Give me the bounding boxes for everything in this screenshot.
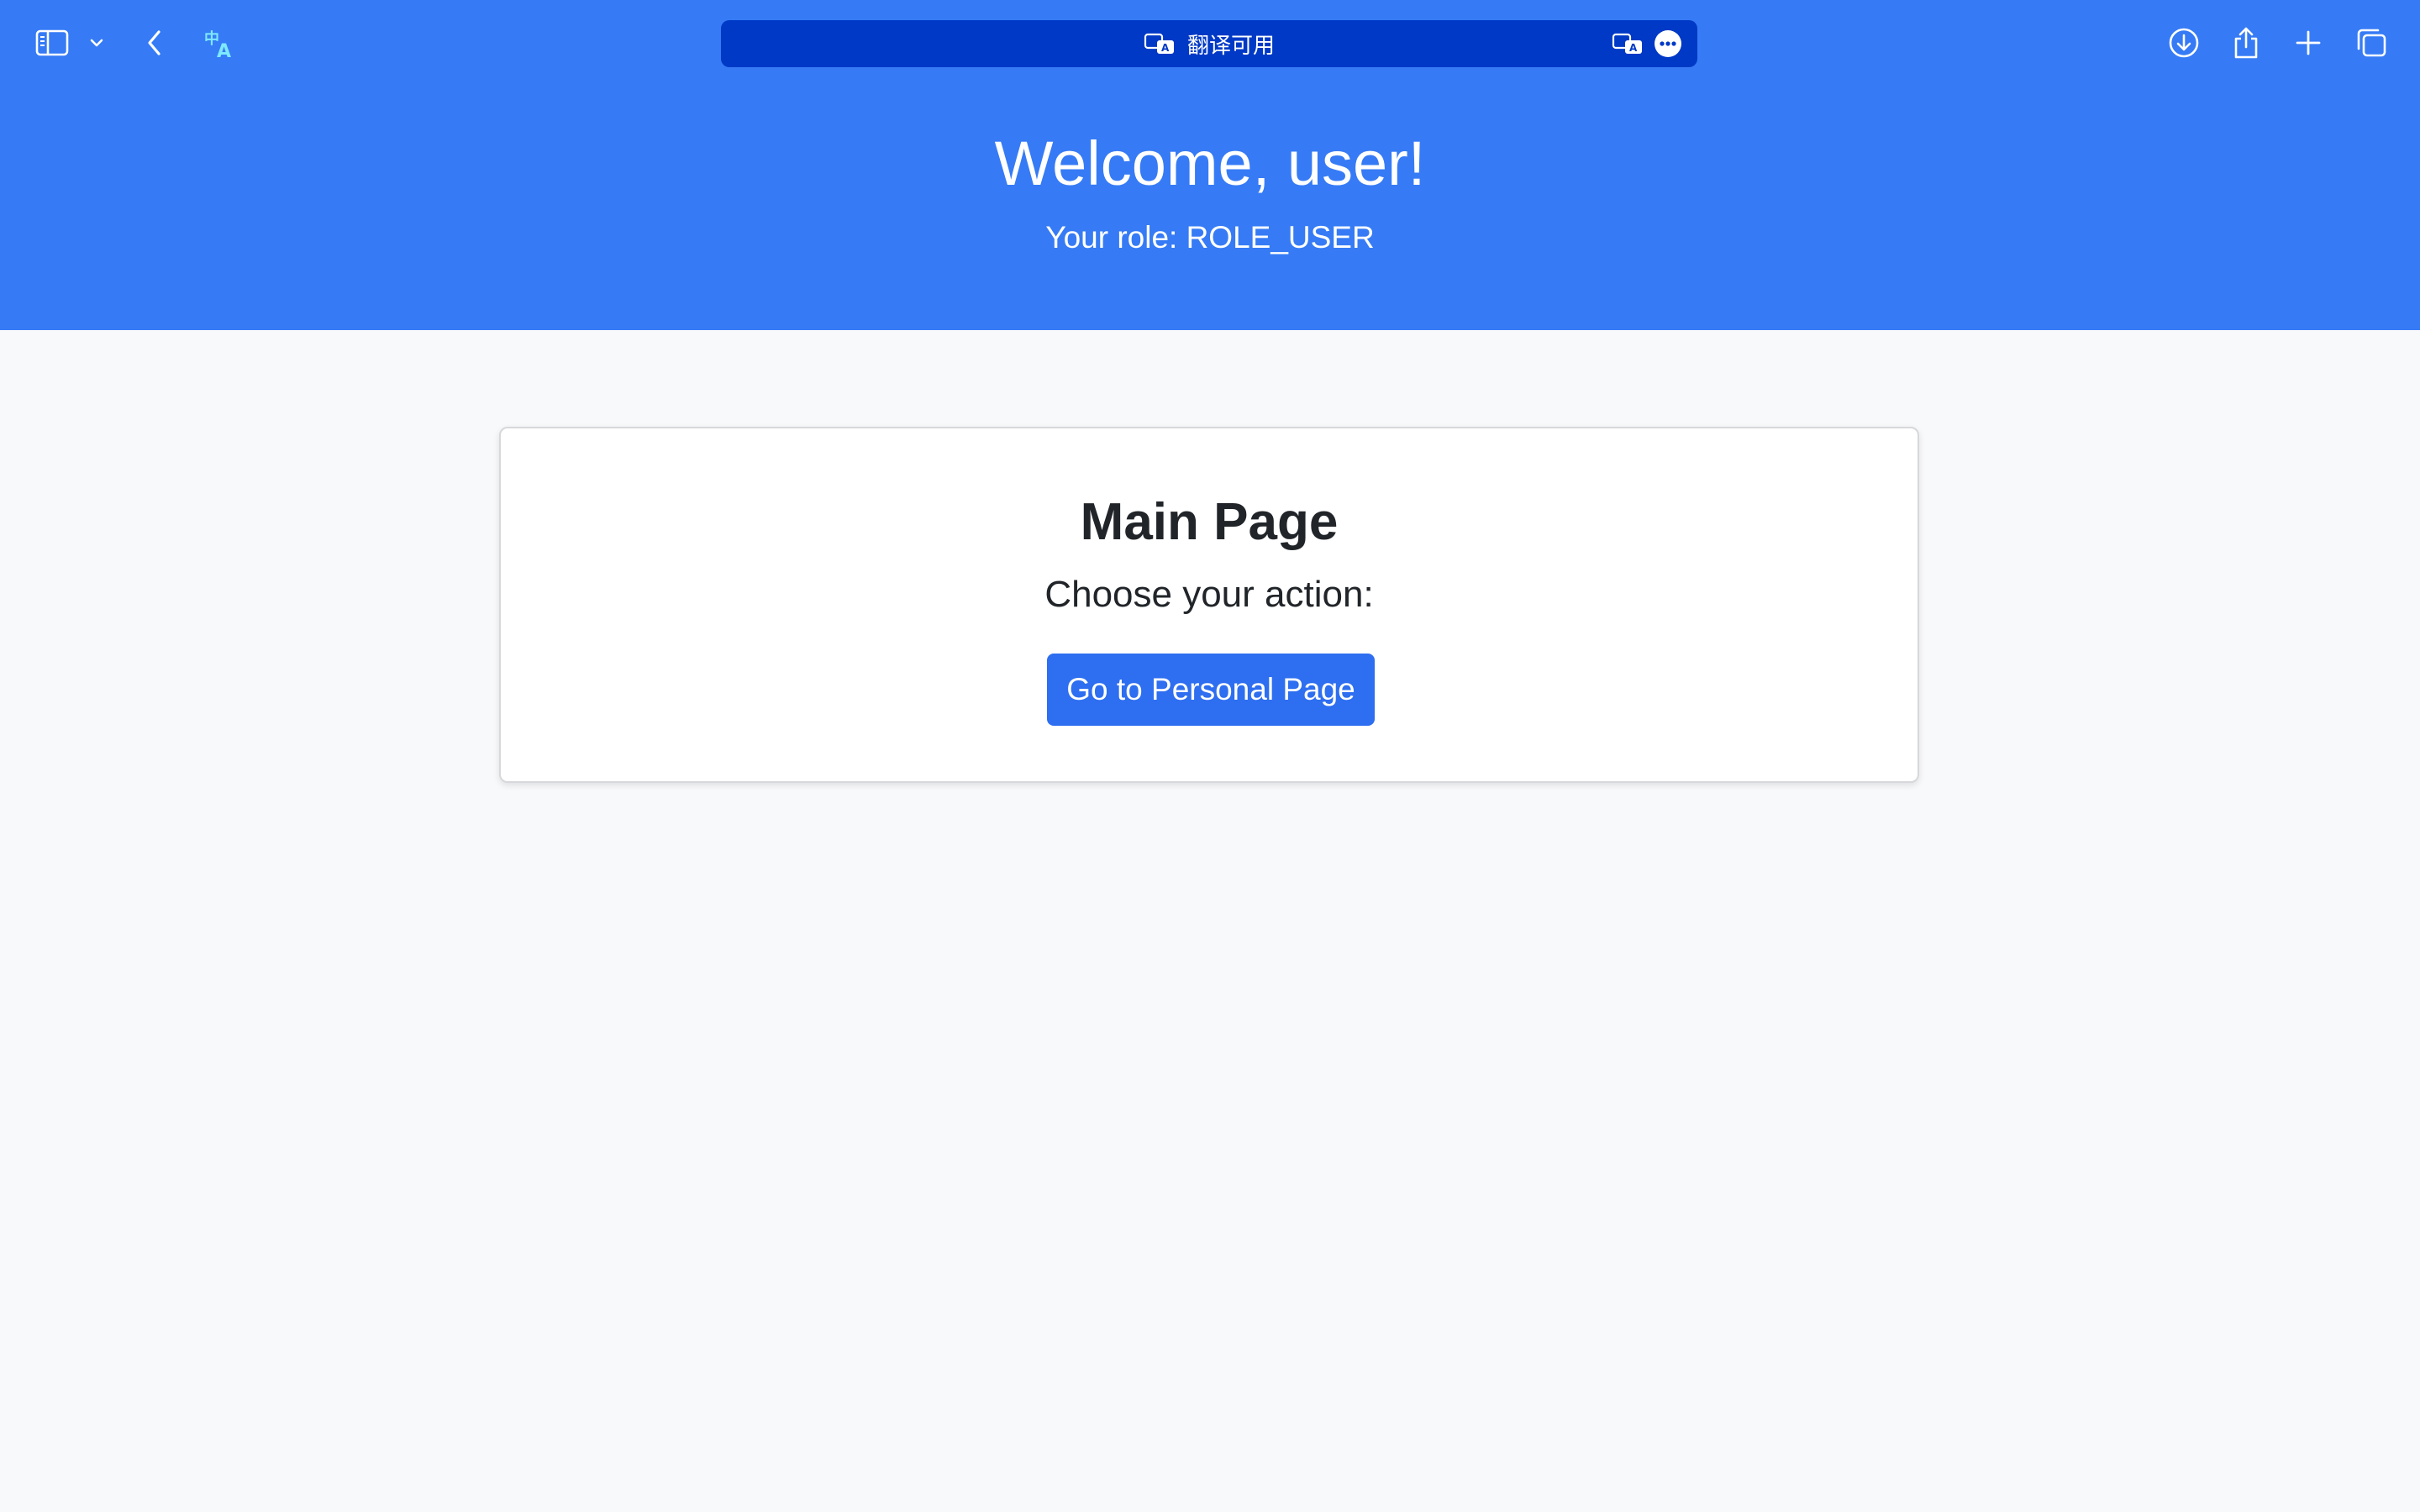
welcome-title: Welcome, user! — [994, 129, 1426, 198]
svg-text:A: A — [1629, 42, 1638, 54]
address-bar[interactable]: A 翻译可用 A — [721, 20, 1697, 67]
tab-overview-icon — [2357, 29, 2386, 57]
translate-page-icon[interactable]: A — [1612, 32, 1644, 55]
tab-overview-button[interactable] — [2354, 22, 2388, 64]
chevron-down-icon — [90, 39, 103, 47]
sidebar-menu-button[interactable] — [86, 22, 108, 64]
translate-icon: 中 A — [204, 29, 231, 59]
translate-badge-icon: A — [1144, 33, 1174, 54]
browser-toolbar: 中 A A 翻译可用 A — [0, 0, 2420, 86]
back-button[interactable] — [139, 22, 170, 64]
more-icon[interactable] — [1654, 29, 1682, 58]
personal-page-button[interactable]: Go to Personal Page — [1047, 654, 1375, 726]
sidebar-toggle-button[interactable] — [32, 22, 72, 64]
welcome-banner: Welcome, user! Your role: ROLE_USER — [0, 86, 2420, 330]
role-text: Your role: ROLE_USER — [1045, 220, 1375, 255]
downloads-button[interactable] — [2166, 22, 2202, 64]
plus-icon — [2296, 30, 2321, 55]
new-tab-button[interactable] — [2292, 22, 2324, 64]
share-button[interactable] — [2230, 22, 2262, 64]
card-title: Main Page — [1080, 493, 1339, 551]
card-subtitle: Choose your action: — [1044, 574, 1374, 615]
address-bar-text: 翻译可用 — [1186, 32, 1275, 58]
svg-text:A: A — [217, 41, 231, 59]
address-bar-content: A 翻译可用 — [721, 20, 1697, 67]
chevron-left-icon — [148, 30, 160, 55]
sidebar-icon — [35, 29, 69, 56]
translate-button[interactable]: 中 A — [202, 22, 239, 64]
main-card: Main Page Choose your action: Go to Pers… — [499, 427, 1919, 783]
svg-text:A: A — [1161, 42, 1170, 54]
share-icon — [2234, 27, 2258, 59]
download-icon — [2169, 28, 2199, 58]
